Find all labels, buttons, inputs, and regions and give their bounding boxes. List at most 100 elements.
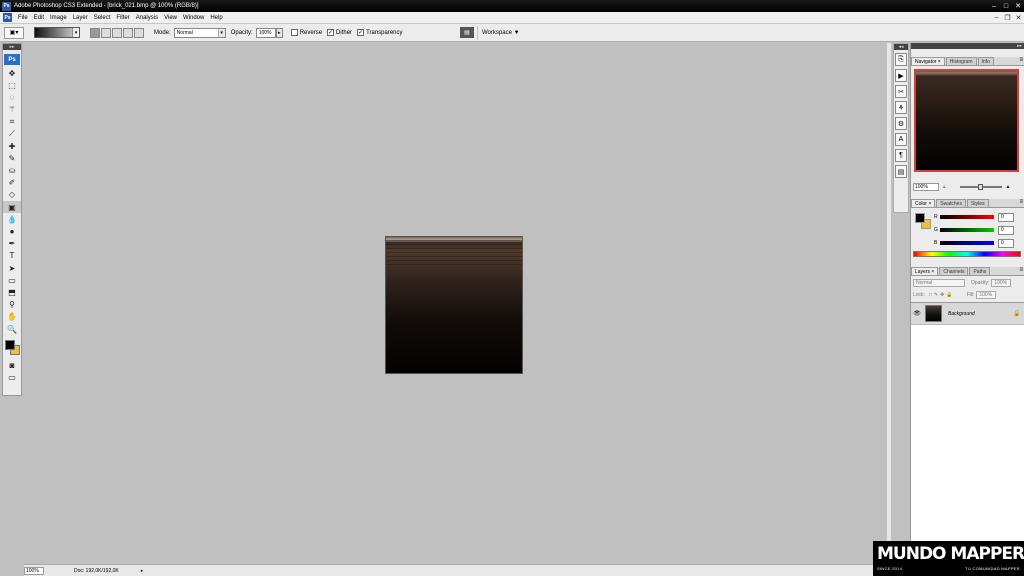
eye-icon[interactable]: 👁 bbox=[911, 310, 923, 317]
layer-row[interactable]: 👁 Background 🔒 bbox=[911, 303, 1024, 325]
diamond-gradient-button[interactable] bbox=[134, 27, 144, 38]
shape-tool-icon[interactable]: ▭ bbox=[3, 274, 21, 286]
hand-tool-icon[interactable]: ✋ bbox=[3, 311, 21, 323]
healing-brush-tool-icon[interactable]: ✚ bbox=[3, 140, 21, 152]
menu-help[interactable]: Help bbox=[207, 15, 225, 21]
blue-slider[interactable] bbox=[940, 241, 994, 245]
dither-checkbox[interactable]: ✓ Dither bbox=[327, 29, 352, 36]
layer-name[interactable]: Background bbox=[948, 311, 1013, 317]
menu-edit[interactable]: Edit bbox=[31, 15, 47, 21]
tool-presets-icon[interactable]: ✂ bbox=[895, 85, 907, 98]
green-slider[interactable] bbox=[940, 228, 994, 232]
transparency-checkbox[interactable]: ✓ Transparency bbox=[357, 29, 403, 36]
toolbox-grip[interactable]: ▸▸ bbox=[3, 44, 21, 50]
crop-tool-icon[interactable]: ⌗ bbox=[3, 116, 21, 128]
foreground-color-swatch[interactable] bbox=[915, 213, 925, 223]
lasso-tool-icon[interactable]: ◌ bbox=[3, 91, 21, 103]
eraser-tool-icon[interactable]: ◇ bbox=[3, 189, 21, 201]
opacity-input[interactable]: 100% bbox=[255, 27, 276, 38]
tab-info[interactable]: Info bbox=[977, 57, 994, 65]
chevron-down-icon[interactable]: ▾ bbox=[217, 28, 225, 37]
tab-color[interactable]: Color × bbox=[911, 199, 936, 207]
angle-gradient-button[interactable] bbox=[112, 27, 122, 38]
move-tool-icon[interactable]: ✥ bbox=[3, 67, 21, 79]
panels-grip[interactable]: ▸▸ bbox=[911, 43, 1024, 49]
path-selection-tool-icon[interactable]: ➤ bbox=[3, 262, 21, 274]
pen-tool-icon[interactable]: ✒ bbox=[3, 238, 21, 250]
blue-value-input[interactable]: 0 bbox=[998, 238, 1014, 248]
menu-analysis[interactable]: Analysis bbox=[133, 15, 161, 21]
panel-menu-icon[interactable]: ≡ bbox=[1019, 57, 1023, 63]
3d-tool-icon[interactable]: ⬒ bbox=[3, 286, 21, 298]
tab-layers[interactable]: Layers × bbox=[911, 267, 939, 275]
tab-navigator[interactable]: Navigator × bbox=[911, 57, 945, 65]
ps-badge[interactable]: Ps bbox=[4, 54, 20, 65]
maximize-icon[interactable]: □ bbox=[1000, 1, 1012, 11]
navigator-zoom-field[interactable]: 100% bbox=[913, 183, 939, 191]
foreground-color-swatch[interactable] bbox=[5, 340, 15, 351]
opacity-slider-toggle[interactable]: ▸ bbox=[275, 27, 283, 38]
navigator-zoom-slider[interactable] bbox=[959, 184, 1002, 190]
dock-grip[interactable]: ◂◂ bbox=[894, 44, 908, 50]
menu-select[interactable]: Select bbox=[91, 15, 114, 21]
navigator-thumbnail[interactable] bbox=[914, 69, 1019, 172]
slider-knob[interactable] bbox=[977, 184, 983, 190]
chevron-down-icon[interactable]: ▾ bbox=[72, 28, 79, 37]
menu-filter[interactable]: Filter bbox=[113, 15, 132, 21]
dodge-tool-icon[interactable]: ● bbox=[3, 225, 21, 237]
slice-tool-icon[interactable]: ⟋ bbox=[3, 128, 21, 140]
menu-image[interactable]: Image bbox=[47, 15, 70, 21]
layer-opacity-input[interactable]: 100% bbox=[991, 278, 1012, 287]
panel-menu-icon[interactable]: ≡ bbox=[1019, 267, 1023, 273]
dither-checkbox-box[interactable]: ✓ bbox=[327, 29, 335, 36]
history-panel-icon[interactable]: ⎘ bbox=[895, 53, 907, 66]
zoom-in-icon[interactable]: ▲ bbox=[1006, 184, 1011, 190]
reverse-checkbox[interactable]: Reverse bbox=[290, 29, 322, 36]
brush-tool-icon[interactable]: ✎ bbox=[3, 152, 21, 164]
gradient-picker[interactable]: ▾ bbox=[34, 27, 80, 38]
photoshop-app-icon[interactable]: Ps bbox=[2, 1, 11, 11]
mode-select[interactable]: Normal ▾ bbox=[173, 27, 226, 38]
type-tool-icon[interactable]: T bbox=[3, 250, 21, 262]
reflected-gradient-button[interactable] bbox=[123, 27, 133, 38]
minimize-icon[interactable]: – bbox=[988, 1, 1000, 11]
clone-stamp-tool-icon[interactable]: ⛀ bbox=[3, 165, 21, 177]
fill-input[interactable]: 100% bbox=[976, 290, 997, 299]
red-slider[interactable] bbox=[940, 215, 994, 219]
workspace-button[interactable]: Workspace ▼ bbox=[482, 30, 520, 36]
canvas-workspace[interactable] bbox=[24, 43, 887, 564]
layer-comps-icon[interactable]: ▤ bbox=[895, 165, 907, 178]
doc-minimize-icon[interactable]: – bbox=[991, 13, 1002, 23]
tab-paths[interactable]: Paths bbox=[969, 267, 991, 275]
tab-histogram[interactable]: Histogram bbox=[945, 57, 977, 65]
clone-source-icon[interactable]: ⚙ bbox=[895, 117, 907, 130]
brushes-panel-icon[interactable]: ⚘ bbox=[895, 101, 907, 114]
reverse-checkbox-box[interactable] bbox=[290, 29, 298, 36]
panel-menu-icon[interactable]: ≡ bbox=[1019, 199, 1023, 205]
doc-close-icon[interactable]: ✕ bbox=[1013, 13, 1024, 23]
zoom-tool-icon[interactable]: 🔍 bbox=[3, 323, 21, 335]
bridge-icon[interactable]: ▤ bbox=[460, 27, 474, 38]
magic-wand-tool-icon[interactable]: ⚚ bbox=[3, 104, 21, 116]
history-brush-tool-icon[interactable]: ✐ bbox=[3, 177, 21, 189]
tab-swatches[interactable]: Swatches bbox=[936, 199, 966, 207]
radial-gradient-button[interactable] bbox=[101, 27, 111, 38]
vertical-scrollbar[interactable] bbox=[887, 43, 891, 564]
zoom-out-icon[interactable]: ▵ bbox=[943, 184, 946, 190]
document-canvas[interactable] bbox=[385, 236, 523, 374]
eyedropper-tool-icon[interactable]: ⚲ bbox=[3, 299, 21, 311]
linear-gradient-button[interactable] bbox=[90, 27, 100, 38]
status-menu-arrow-icon[interactable]: ▸ bbox=[141, 568, 144, 574]
tab-styles[interactable]: Styles bbox=[966, 199, 989, 207]
actions-panel-icon[interactable]: ▶ bbox=[895, 69, 907, 82]
lock-options-icon[interactable]: □✎✥🔒 bbox=[929, 292, 955, 298]
document-size-info[interactable]: Doc: 192,0K/192,0K bbox=[74, 568, 119, 574]
menu-file[interactable]: File bbox=[15, 15, 31, 21]
screen-mode-icon[interactable]: ▭ bbox=[3, 371, 21, 383]
tab-channels[interactable]: Channels bbox=[939, 267, 969, 275]
quick-mask-icon[interactable]: ◙ bbox=[3, 359, 21, 371]
blend-mode-select[interactable]: Normal bbox=[913, 278, 965, 287]
menu-layer[interactable]: Layer bbox=[70, 15, 91, 21]
paragraph-panel-icon[interactable]: ¶ bbox=[895, 149, 907, 162]
blur-tool-icon[interactable]: 💧 bbox=[3, 213, 21, 225]
